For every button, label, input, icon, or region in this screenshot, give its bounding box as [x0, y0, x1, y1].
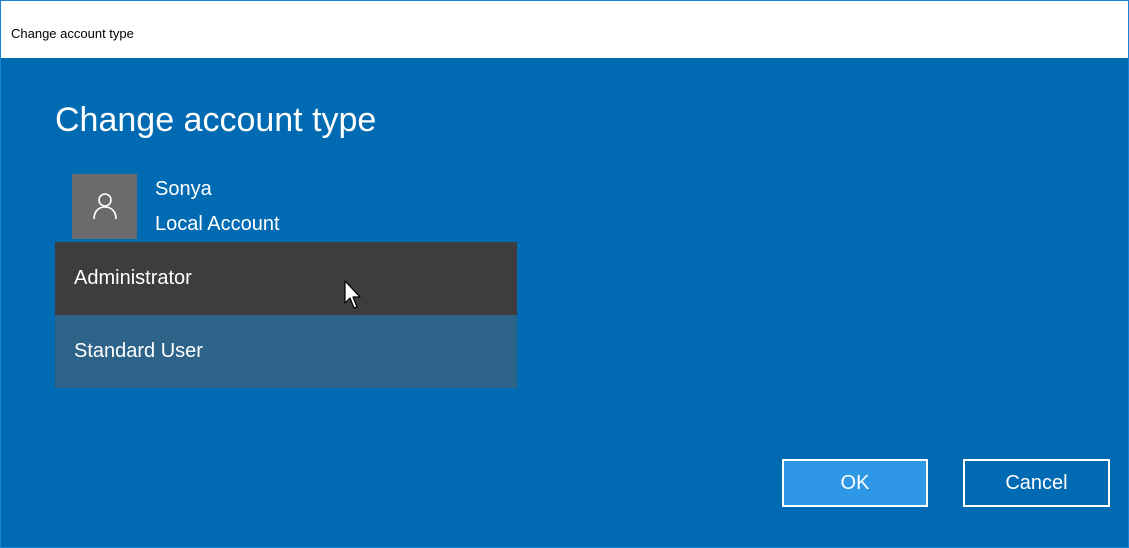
user-account-type: Local Account — [155, 213, 280, 235]
option-administrator[interactable]: Administrator — [55, 242, 517, 315]
window-title: Change account type — [11, 26, 134, 41]
dialog-content: Change account type Sonya Local Account … — [1, 58, 1128, 547]
person-icon — [93, 193, 117, 220]
account-type-dropdown[interactable]: Administrator Standard User — [55, 242, 517, 388]
ok-button[interactable]: OK — [782, 459, 928, 507]
title-bar[interactable]: Change account type — [1, 1, 1128, 58]
page-title: Change account type — [55, 101, 377, 139]
avatar — [72, 174, 137, 239]
cancel-button[interactable]: Cancel — [963, 459, 1110, 507]
option-standard-user[interactable]: Standard User — [55, 315, 517, 388]
user-name: Sonya — [155, 178, 212, 200]
dialog-window: Change account type Change account type … — [0, 0, 1129, 548]
mouse-cursor-icon — [344, 280, 361, 309]
